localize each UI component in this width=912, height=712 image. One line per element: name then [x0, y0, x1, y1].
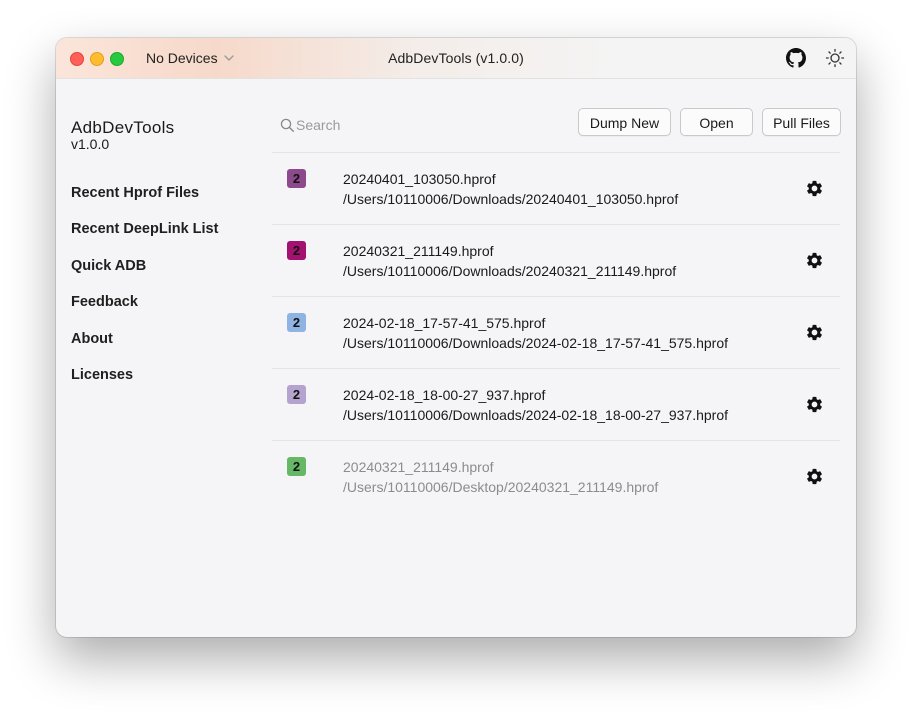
file-name: 2024-02-18_17-57-41_575.hprof	[343, 315, 546, 331]
file-row[interactable]: 2 20240321_211149.hprof /Users/10110006/…	[272, 440, 840, 512]
gear-icon[interactable]	[805, 179, 824, 198]
sidebar-item-recent-hprof-files[interactable]: Recent Hprof Files	[71, 185, 199, 201]
gear-icon[interactable]	[805, 467, 824, 486]
app-window: No Devices AdbDevTools (v1.0.0) AdbDevTo…	[56, 38, 856, 637]
theme-toggle-sun-icon[interactable]	[825, 48, 845, 68]
file-path: /Users/10110006/Desktop/20240321_211149.…	[343, 479, 659, 495]
search-box	[280, 115, 440, 135]
hprof-file-list: 2 20240401_103050.hprof /Users/10110006/…	[272, 152, 840, 512]
sidebar-item-feedback[interactable]: Feedback	[71, 294, 138, 310]
open-button[interactable]: Open	[680, 108, 753, 136]
title-bar: No Devices AdbDevTools (v1.0.0)	[56, 38, 856, 79]
file-path: /Users/10110006/Downloads/20240401_10305…	[343, 191, 679, 207]
pull-files-button[interactable]: Pull Files	[762, 108, 841, 136]
dump-new-button[interactable]: Dump New	[578, 108, 671, 136]
github-icon[interactable]	[786, 48, 806, 68]
file-count-badge: 2	[287, 169, 306, 188]
sidebar-item-recent-deeplink-list[interactable]: Recent DeepLink List	[71, 221, 218, 237]
file-path: /Users/10110006/Downloads/2024-02-18_17-…	[343, 335, 729, 351]
gear-icon[interactable]	[805, 323, 824, 342]
file-row[interactable]: 2 2024-02-18_18-00-27_937.hprof /Users/1…	[272, 368, 840, 440]
sidebar-item-quick-adb[interactable]: Quick ADB	[71, 258, 146, 274]
sidebar-item-about[interactable]: About	[71, 331, 113, 347]
app-name: AdbDevTools	[71, 118, 175, 137]
file-row[interactable]: 2 20240321_211149.hprof /Users/10110006/…	[272, 224, 840, 296]
search-input[interactable]	[296, 117, 426, 133]
file-name: 20240401_103050.hprof	[343, 171, 496, 187]
file-count-badge: 2	[287, 313, 306, 332]
file-path: /Users/10110006/Downloads/20240321_21114…	[343, 263, 677, 279]
file-row[interactable]: 2 20240401_103050.hprof /Users/10110006/…	[272, 152, 840, 224]
file-count-badge: 2	[287, 241, 306, 260]
file-count-badge: 2	[287, 457, 306, 476]
sidebar: AdbDevTools v1.0.0 Recent Hprof Files Re…	[56, 79, 271, 637]
sidebar-item-licenses[interactable]: Licenses	[71, 367, 133, 383]
gear-icon[interactable]	[805, 251, 824, 270]
app-version: v1.0.0	[71, 136, 110, 152]
file-count-badge: 2	[287, 385, 306, 404]
gear-icon[interactable]	[805, 395, 824, 414]
file-name: 20240321_211149.hprof	[343, 243, 494, 259]
search-icon	[280, 118, 295, 133]
window-title: AdbDevTools (v1.0.0)	[388, 50, 524, 66]
file-name: 2024-02-18_18-00-27_937.hprof	[343, 387, 546, 403]
file-path: /Users/10110006/Downloads/2024-02-18_18-…	[343, 407, 729, 423]
file-name: 20240321_211149.hprof	[343, 459, 494, 475]
file-row[interactable]: 2 2024-02-18_17-57-41_575.hprof /Users/1…	[272, 296, 840, 368]
